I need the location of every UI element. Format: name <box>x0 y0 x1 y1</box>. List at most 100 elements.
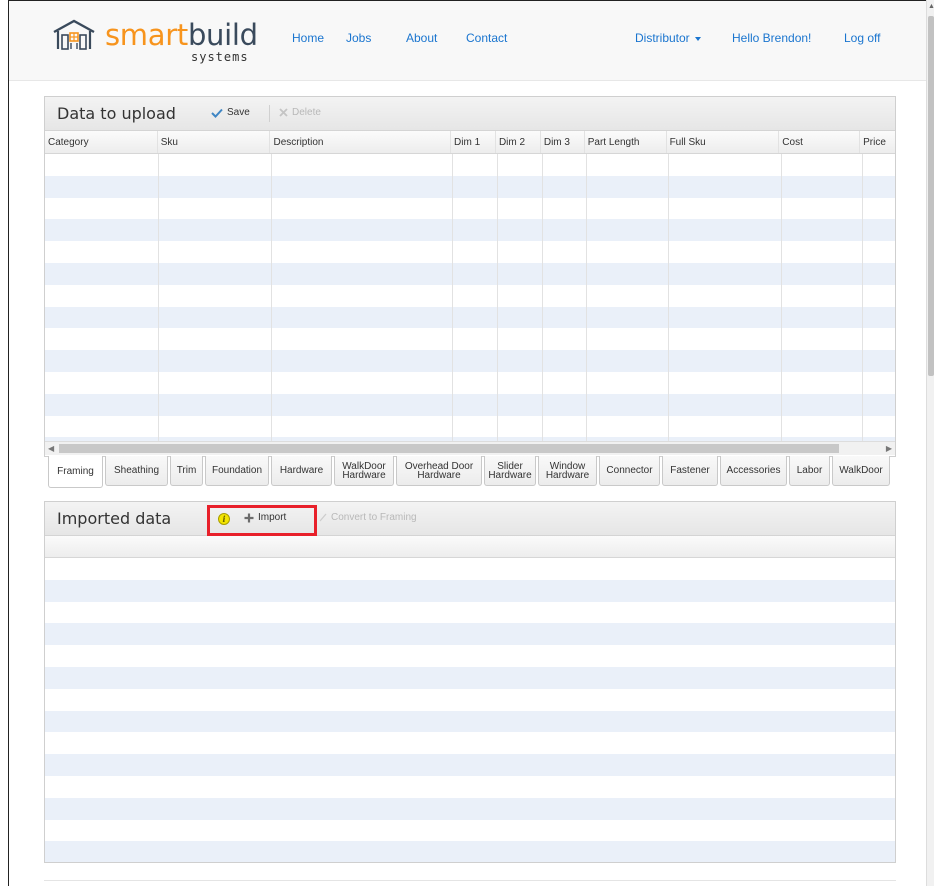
imported-panel-title: Imported data <box>57 509 172 528</box>
brand-smart: smart <box>105 18 188 52</box>
table-row[interactable] <box>45 328 895 350</box>
toolbar-separator <box>269 105 270 122</box>
horizontal-scroll-thumb[interactable] <box>59 444 839 453</box>
table-row[interactable] <box>45 797 895 820</box>
tab-window-hardware[interactable]: Window Hardware <box>538 456 597 486</box>
table-row[interactable] <box>45 579 895 602</box>
nav-logoff[interactable]: Log off <box>844 31 880 45</box>
upload-panel-title: Data to upload <box>57 104 176 123</box>
column-header-cost[interactable]: Cost <box>779 131 861 153</box>
nav-greeting[interactable]: Hello Brendon! <box>732 31 811 45</box>
vertical-scrollbar[interactable]: ▲ <box>926 0 934 886</box>
tab-connector[interactable]: Connector <box>599 456 660 486</box>
tab-framing[interactable]: Framing <box>48 456 103 488</box>
category-tabs: Framing Sheathing Trim Foundation Hardwa… <box>48 456 892 490</box>
convert-label: Convert to Framing <box>331 512 417 523</box>
table-row[interactable] <box>45 732 895 754</box>
imported-grid-header <box>45 536 895 558</box>
table-row[interactable] <box>45 558 895 580</box>
upload-grid-header: Category Sku Description Dim 1 Dim 2 Dim… <box>45 131 895 154</box>
table-row[interactable] <box>45 393 895 416</box>
table-row[interactable] <box>45 602 895 624</box>
tab-foundation[interactable]: Foundation <box>205 456 269 486</box>
delete-x-icon <box>279 108 288 117</box>
imported-grid-body[interactable] <box>45 558 895 862</box>
column-header-dim3[interactable]: Dim 3 <box>541 131 585 153</box>
column-header-dim2[interactable]: Dim 2 <box>496 131 541 153</box>
table-row[interactable] <box>45 754 895 776</box>
delete-label: Delete <box>292 107 321 118</box>
table-row[interactable] <box>45 198 895 220</box>
check-icon <box>211 108 223 118</box>
tab-walkdoor[interactable]: WalkDoor <box>832 456 890 486</box>
table-row[interactable] <box>45 175 895 198</box>
table-row[interactable] <box>45 241 895 263</box>
brand-logo[interactable]: smartbuild systems <box>51 17 265 65</box>
tab-slider-hardware[interactable]: Slider Hardware <box>484 456 536 486</box>
column-header-category[interactable]: Category <box>45 131 158 153</box>
tab-sheathing[interactable]: Sheathing <box>105 456 168 486</box>
table-row[interactable] <box>45 350 895 372</box>
import-highlight-box <box>207 505 317 536</box>
table-row[interactable] <box>45 306 895 329</box>
table-row[interactable] <box>45 666 895 689</box>
column-header-sku[interactable]: Sku <box>158 131 271 153</box>
barn-logo-icon <box>53 19 95 50</box>
convert-to-framing-button[interactable]: Convert to Framing <box>319 512 417 523</box>
column-header-dim1[interactable]: Dim 1 <box>451 131 496 153</box>
table-row[interactable] <box>45 645 895 667</box>
brand-name: smartbuild <box>105 17 258 53</box>
table-row[interactable] <box>45 416 895 438</box>
tab-trim[interactable]: Trim <box>170 456 203 486</box>
navbar: smartbuild systems Home Jobs About Conta… <box>9 1 926 81</box>
table-row[interactable] <box>45 154 895 176</box>
tab-fastener[interactable]: Fastener <box>662 456 718 486</box>
caret-down-icon <box>694 36 701 41</box>
column-header-description[interactable]: Description <box>270 131 452 153</box>
table-row[interactable] <box>45 776 895 798</box>
nav-home[interactable]: Home <box>292 31 324 45</box>
footer-divider <box>44 880 896 881</box>
brand-build: build <box>187 18 258 52</box>
upload-grid-body[interactable] <box>45 154 895 441</box>
brand-subtitle: systems <box>191 50 249 64</box>
scroll-right-icon[interactable]: ▶ <box>886 442 892 456</box>
tab-accessories[interactable]: Accessories <box>720 456 787 486</box>
column-header-part-length[interactable]: Part Length <box>585 131 667 153</box>
table-row[interactable] <box>45 285 895 307</box>
nav-jobs[interactable]: Jobs <box>346 31 371 45</box>
column-header-full-sku[interactable]: Full Sku <box>667 131 780 153</box>
nav-about[interactable]: About <box>406 31 437 45</box>
imported-grid-rows <box>45 558 895 862</box>
table-row[interactable] <box>45 710 895 733</box>
table-row[interactable] <box>45 623 895 646</box>
tab-labor[interactable]: Labor <box>789 456 830 486</box>
frame-border-left <box>8 0 9 886</box>
table-row[interactable] <box>45 841 895 862</box>
column-header-price[interactable]: Price <box>860 131 895 153</box>
nav-contact[interactable]: Contact <box>466 31 507 45</box>
nav-distributor-label: Distributor <box>635 31 690 45</box>
tab-hardware[interactable]: Hardware <box>271 456 332 486</box>
save-label: Save <box>227 107 250 118</box>
imported-panel-header: Imported data i Import Convert to Framin… <box>45 502 895 536</box>
vertical-scroll-thumb[interactable] <box>928 16 934 376</box>
tab-walkdoor-hardware[interactable]: WalkDoor Hardware <box>334 456 394 486</box>
save-button[interactable]: Save <box>211 107 250 118</box>
table-row[interactable] <box>45 219 895 242</box>
table-row[interactable] <box>45 372 895 394</box>
imported-panel: Imported data i Import Convert to Framin… <box>44 501 896 863</box>
upload-panel-header: Data to upload Save Delete <box>45 97 895 131</box>
table-row[interactable] <box>45 820 895 842</box>
nav-distributor-dropdown[interactable]: Distributor <box>635 31 701 45</box>
table-row[interactable] <box>45 689 895 711</box>
scroll-left-icon[interactable]: ◀ <box>48 442 54 456</box>
horizontal-scrollbar[interactable]: ◀ ▶ <box>45 441 895 455</box>
upload-grid-rows <box>45 154 895 441</box>
wand-icon <box>319 513 327 522</box>
table-row[interactable] <box>45 262 895 285</box>
delete-button[interactable]: Delete <box>279 107 321 118</box>
tab-overhead-door-hardware[interactable]: Overhead Door Hardware <box>396 456 482 486</box>
scroll-up-icon[interactable]: ▲ <box>928 3 934 10</box>
upload-panel: Data to upload Save Delete Category Sku … <box>44 96 896 457</box>
